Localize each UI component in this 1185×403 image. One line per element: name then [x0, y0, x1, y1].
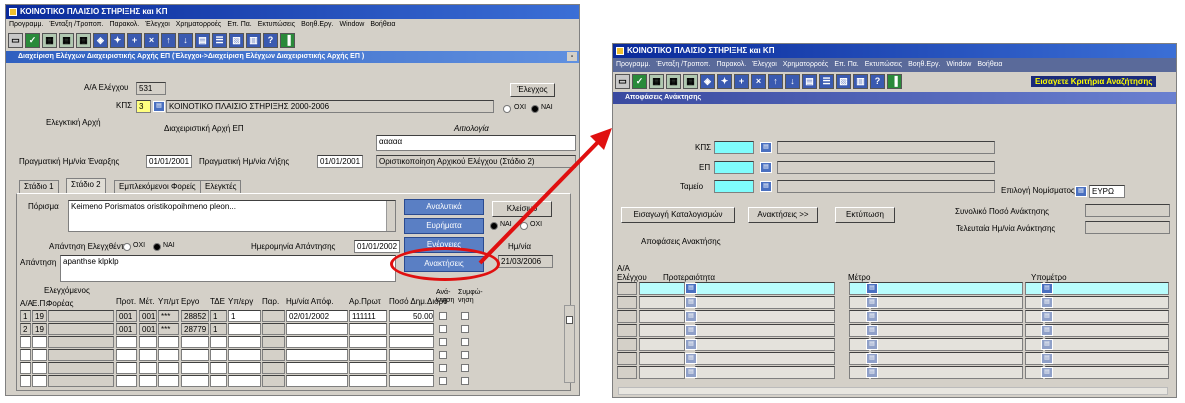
- callout-arrow-line: [478, 138, 602, 265]
- callout-arrow: [478, 128, 612, 265]
